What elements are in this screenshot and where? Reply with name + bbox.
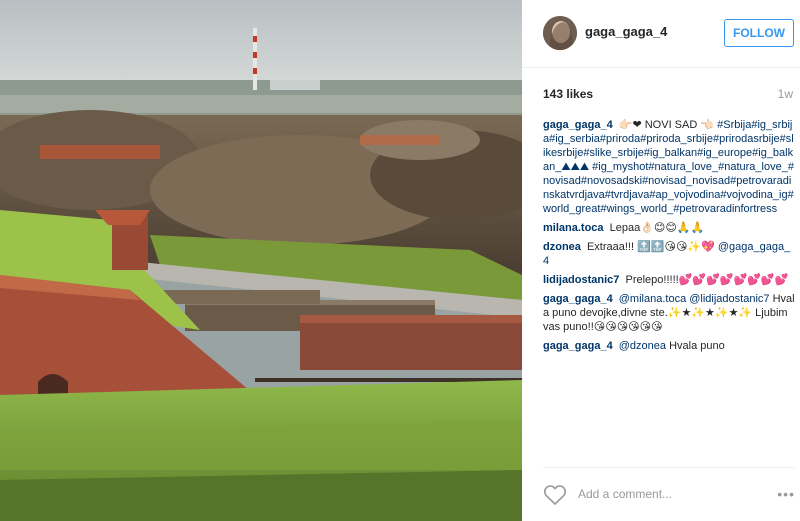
post-author-username[interactable]: gaga_gaga_4 [585,24,667,39]
heart-icon[interactable] [543,484,567,506]
comment-item: gaga_gaga_4 @dzonea Hvala puno [543,339,795,353]
likes-count[interactable]: 143 likes [543,87,593,101]
comment-item: milana.toca Lepaa👌🏻😊😊🙏🙏 [543,221,795,235]
comment-username[interactable]: milana.toca [543,222,604,234]
comment-item: lidijadostanic7 Prelepo!!!!!💕💕💕💕💕💕💕💕 [543,273,795,287]
follow-button[interactable]: FOLLOW [724,19,794,47]
avatar[interactable] [543,16,577,50]
post-photo[interactable] [0,0,522,521]
comment-username[interactable]: gaga_gaga_4 [543,293,613,305]
comment-username[interactable]: gaga_gaga_4 [543,340,613,352]
avatar-image [543,16,577,50]
comment-mention[interactable]: @milana.toca @lidijadostanic7 [619,293,770,305]
comment-text: Extraaa!!! 🔝🔝😘😘✨💖 [586,241,715,253]
comment-item: dzonea Extraaa!!! 🔝🔝😘😘✨💖 @gaga_gaga_4 [543,240,795,268]
comment-username[interactable]: dzonea [543,241,581,253]
comment-mention[interactable]: @dzonea [619,340,666,352]
likes-row: 143 likes 1w [543,87,793,103]
caption: gaga_gaga_4 👉🏻❤ NOVI SAD 👈🏻 #Srbija#ig_s… [543,118,795,216]
comment-text: Lepaa👌🏻😊😊🙏🙏 [609,222,705,234]
post-header: gaga_gaga_4 FOLLOW [522,0,800,68]
comment-footer: Add a comment... ••• [543,467,795,521]
comment-text: Hvala puno [669,340,725,352]
comment-item: gaga_gaga_4 @milana.toca @lidijadostanic… [543,292,795,334]
caption-hashtags[interactable]: #Srbija#ig_srbija#ig_serbia#priroda#prir… [543,119,794,215]
post-sidebar: gaga_gaga_4 FOLLOW 143 likes 1w gaga_gag… [522,0,800,521]
add-comment-input[interactable]: Add a comment... [578,487,672,501]
comment-text: Prelepo!!!!!💕💕💕💕💕💕💕💕 [625,274,789,286]
comments-list[interactable]: gaga_gaga_4 👉🏻❤ NOVI SAD 👈🏻 #Srbija#ig_s… [543,118,795,463]
caption-text: 👉🏻❤ NOVI SAD 👈🏻 [618,119,715,131]
post-time[interactable]: 1w [778,87,793,101]
photo-image [0,0,522,521]
caption-username[interactable]: gaga_gaga_4 [543,119,613,131]
comment-username[interactable]: lidijadostanic7 [543,274,619,286]
more-icon[interactable]: ••• [777,486,795,502]
